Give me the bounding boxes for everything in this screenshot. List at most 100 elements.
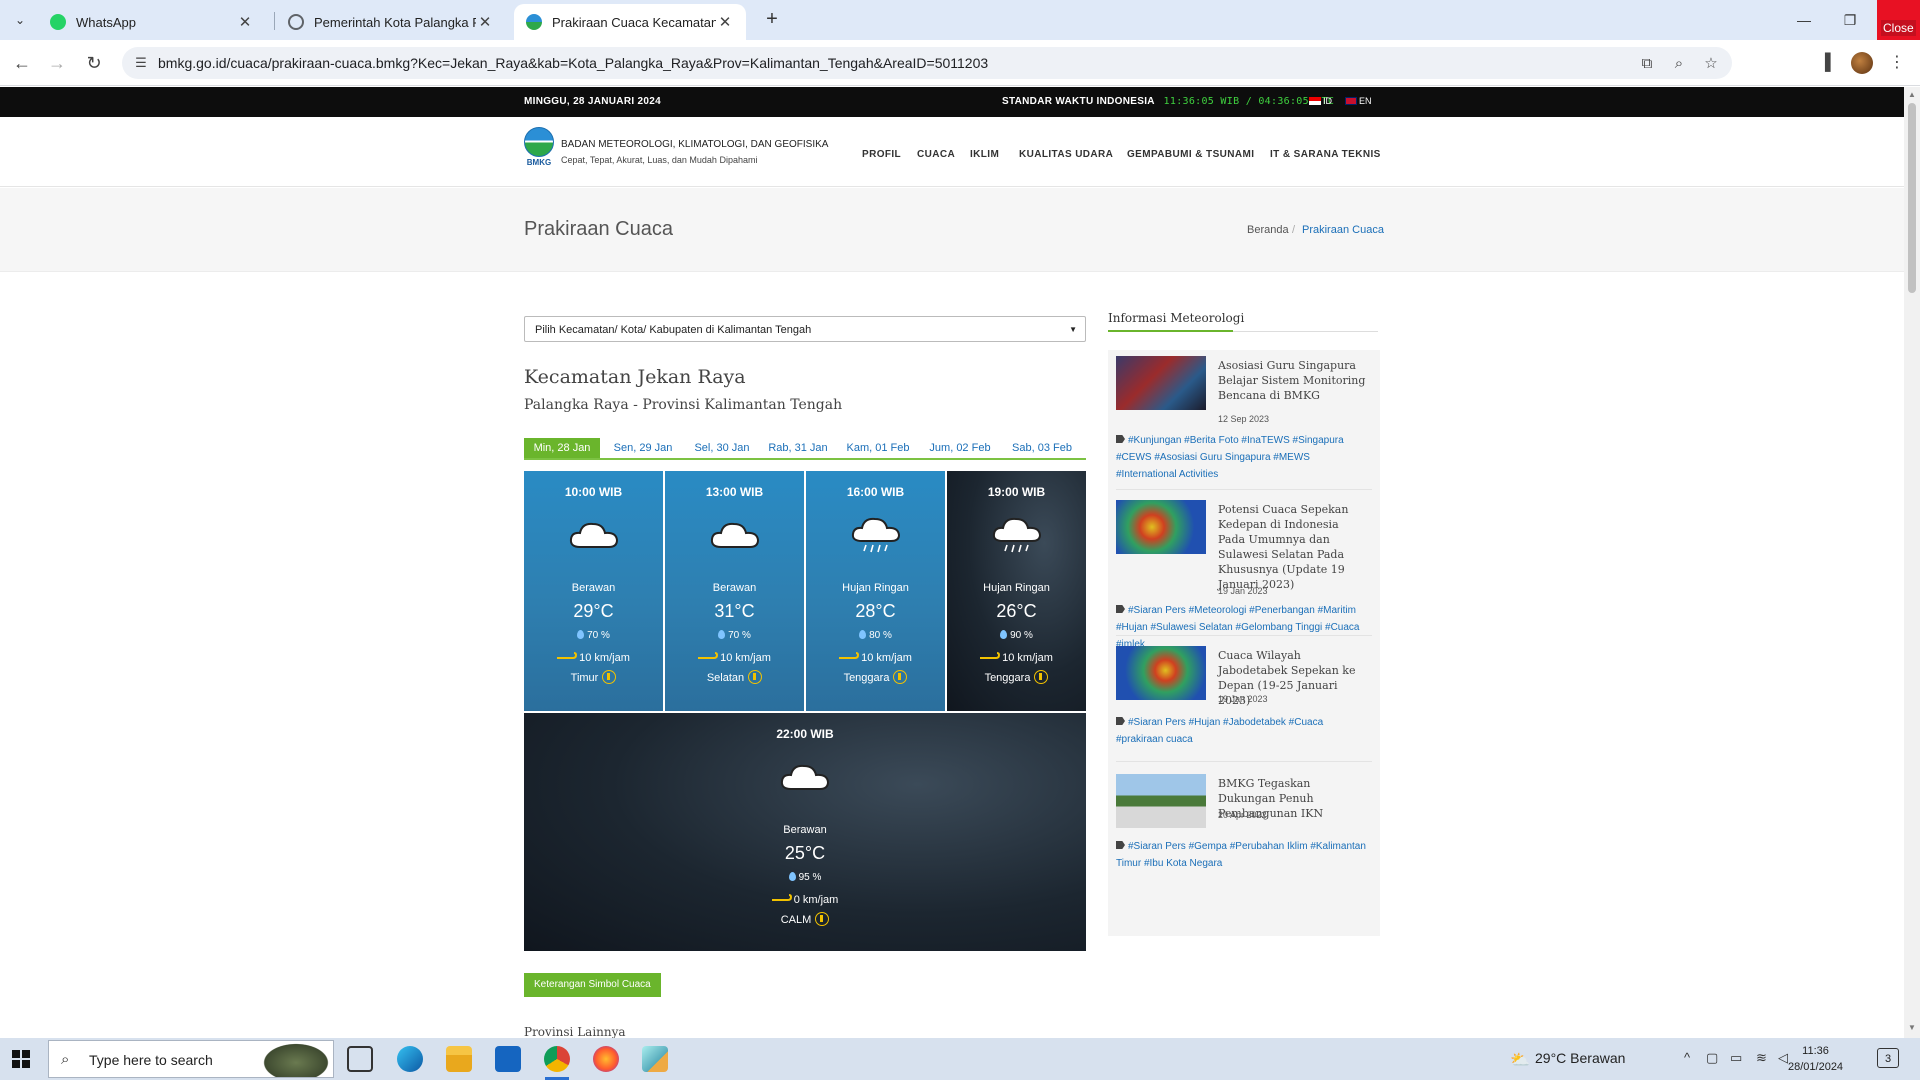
bookmark-star-icon[interactable]: ☆ [1702, 55, 1720, 73]
new-tab-button[interactable]: + [760, 8, 784, 32]
day-tab-sel-30-jan[interactable]: Sel, 30 Jan [684, 438, 760, 458]
day-tab-min-28-jan[interactable]: Min, 28 Jan [524, 438, 600, 458]
news-tags-text[interactable]: #Siaran Pers #Gempa #Perubahan Iklim #Ka… [1116, 841, 1366, 869]
volume-icon[interactable]: ◁ [1778, 1050, 1788, 1066]
language-en-link[interactable]: EN [1345, 96, 1372, 106]
edge-icon[interactable] [397, 1046, 423, 1072]
tab-close-icon[interactable]: ✕ [476, 13, 494, 31]
wind-icon [698, 652, 719, 659]
scroll-up-icon[interactable]: ▲ [1908, 90, 1916, 99]
news-tags-text[interactable]: #Siaran Pers #Hujan #Jabodetabek #Cuaca … [1116, 717, 1323, 745]
show-hidden-icons-chevron-icon[interactable]: ^ [1684, 1050, 1690, 1065]
chrome-icon[interactable] [544, 1046, 570, 1072]
side-panel-icon[interactable]: ▐ [1814, 52, 1836, 74]
scrollbar-thumb[interactable] [1908, 103, 1916, 293]
forecast-card-1900[interactable]: 19:00 WIB Hujan Ringan 26°C 90 % 10 km/j… [947, 471, 1086, 711]
taskbar-weather[interactable]: 29°C Berawan [1535, 1050, 1625, 1066]
forecast-card-1000[interactable]: 10:00 WIB Berawan 29°C 70 % 10 km/jam Ti… [524, 471, 663, 711]
tab-search-dropdown-icon[interactable]: ⌄ [10, 10, 30, 30]
site-info-icon[interactable]: ☰ [132, 54, 150, 72]
url-text[interactable]: bmkg.go.id/cuaca/prakiraan-cuaca.bmkg?Ke… [158, 55, 988, 71]
page-scrollbar[interactable]: ▲ ▼ [1904, 87, 1920, 1038]
breadcrumb-current: Prakiraan Cuaca [1302, 224, 1384, 236]
bmkg-logo[interactable]: BMKG [524, 127, 554, 167]
language-id-link[interactable]: ID [1309, 96, 1332, 106]
omnibox[interactable]: ☰ bmkg.go.id/cuaca/prakiraan-cuaca.bmkg?… [122, 47, 1732, 79]
forecast-time: 22:00 WIB [776, 727, 834, 741]
profile-avatar[interactable] [1851, 52, 1873, 74]
restore-icon[interactable]: ❐ [1827, 0, 1873, 40]
nav-kualitas-udara[interactable]: KUALITAS UDARA [1019, 149, 1113, 160]
paint-app-icon[interactable] [642, 1046, 668, 1072]
forecast-card-2200[interactable]: 22:00 WIB Berawan 25°C 95 % 0 km/jam CAL… [524, 713, 1086, 951]
mail-icon[interactable] [495, 1046, 521, 1072]
taskbar-clock[interactable]: 11:36 28/01/2024 [1788, 1043, 1843, 1075]
meet-now-icon[interactable]: ▢ [1706, 1050, 1718, 1066]
news-title[interactable]: Potensi Cuaca Sepekan Kedepan di Indones… [1218, 502, 1368, 592]
firefox-icon[interactable] [593, 1046, 619, 1072]
wind-icon [771, 894, 792, 901]
direction-value: Tenggara [984, 672, 1031, 684]
menu-kebab-icon[interactable]: ⋮ [1886, 52, 1908, 74]
humidity-drop-icon [577, 630, 585, 639]
news-item[interactable]: BMKG Tegaskan Dukungan Penuh Pembangunan… [1116, 774, 1372, 894]
window-close-button[interactable]: Close [1877, 0, 1920, 40]
tab-title: Prakiraan Cuaca Kecamatan Jekan Raya [552, 14, 716, 30]
zoom-icon[interactable]: ⌕ [1670, 55, 1688, 73]
news-item[interactable]: Potensi Cuaca Sepekan Kedepan di Indones… [1116, 500, 1372, 650]
nav-iklim[interactable]: IKLIM [970, 149, 999, 160]
forecast-wind: 10 km/jam [947, 652, 1086, 664]
tab-whatsapp[interactable]: WhatsApp ✕ [38, 4, 266, 40]
taskbar-search-box[interactable]: ⌕ Type here to search [48, 1040, 334, 1078]
news-thumbnail[interactable] [1116, 500, 1206, 554]
tab-close-icon[interactable]: ✕ [716, 13, 734, 31]
news-thumbnail[interactable] [1116, 646, 1206, 700]
file-explorer-icon[interactable] [446, 1046, 472, 1072]
tag-icon [1116, 605, 1125, 613]
location-select[interactable]: Pilih Kecamatan/ Kota/ Kabupaten di Kali… [524, 316, 1086, 342]
tab-close-icon[interactable]: ✕ [236, 13, 254, 31]
forecast-card-1600[interactable]: 16:00 WIB Hujan Ringan 28°C 80 % 10 km/j… [806, 471, 945, 711]
news-thumbnail[interactable] [1116, 774, 1206, 828]
nav-cuaca[interactable]: CUACA [917, 149, 955, 160]
forecast-wind: 10 km/jam [665, 652, 804, 664]
day-tab-jum-02-feb[interactable]: Jum, 02 Feb [920, 438, 1000, 458]
minimize-icon[interactable]: — [1781, 0, 1827, 40]
nav-profil[interactable]: PROFIL [862, 149, 901, 160]
scroll-down-icon[interactable]: ▼ [1908, 1023, 1916, 1032]
notification-center-icon[interactable]: 3 [1877, 1048, 1899, 1068]
nav-it-sarana-teknis[interactable]: IT & SARANA TEKNIS [1270, 149, 1381, 160]
cloud-icon [710, 522, 759, 548]
news-item[interactable]: Cuaca Wilayah Jabodetabek Sepekan ke Dep… [1116, 646, 1372, 762]
reload-icon[interactable]: ↻ [82, 51, 106, 75]
forecast-direction: Selatan [665, 670, 804, 684]
news-title[interactable]: Asosiasi Guru Singapura Belajar Sistem M… [1218, 358, 1368, 403]
wind-direction-icon [815, 912, 830, 926]
tab-prakiraan-cuaca[interactable]: Prakiraan Cuaca Kecamatan Jekan Raya ✕ [514, 4, 746, 40]
news-item[interactable]: Asosiasi Guru Singapura Belajar Sistem M… [1116, 356, 1372, 490]
wind-value: 10 km/jam [861, 652, 912, 664]
nav-gempabumi-tsunami[interactable]: GEMPABUMI & TSUNAMI [1127, 149, 1254, 160]
forecast-time: 19:00 WIB [987, 485, 1046, 499]
day-tab-sen-29-jan[interactable]: Sen, 29 Jan [604, 438, 682, 458]
weather-symbol-legend-button[interactable]: Keterangan Simbol Cuaca [524, 973, 661, 997]
forward-arrow-icon[interactable]: → [45, 51, 69, 75]
day-tabs: Min, 28 Jan Sen, 29 Jan Sel, 30 Jan Rab,… [524, 438, 1086, 460]
search-placeholder: Type here to search [89, 1052, 213, 1068]
wifi-icon[interactable]: ≋ [1756, 1050, 1767, 1066]
forecast-card-1300[interactable]: 13:00 WIB Berawan 31°C 70 % 10 km/jam Se… [665, 471, 804, 711]
battery-icon[interactable]: ▭ [1730, 1050, 1742, 1066]
weather-cloud-sun-icon[interactable]: ⛅ [1510, 1050, 1530, 1070]
news-thumbnail[interactable] [1116, 356, 1206, 410]
translate-icon[interactable]: ⧉ [1638, 55, 1656, 73]
day-tab-rab-31-jan[interactable]: Rab, 31 Jan [760, 438, 836, 458]
day-tab-kam-01-feb[interactable]: Kam, 01 Feb [838, 438, 918, 458]
windows-start-icon[interactable] [12, 1050, 30, 1068]
news-tags-text[interactable]: #Kunjungan #Berita Foto #InaTEWS #Singap… [1116, 435, 1344, 480]
breadcrumb-beranda[interactable]: Beranda [1247, 224, 1289, 236]
back-arrow-icon[interactable]: ← [10, 51, 34, 75]
news-tags-text[interactable]: #Siaran Pers #Meteorologi #Penerbangan #… [1116, 605, 1360, 650]
day-tab-sab-03-feb[interactable]: Sab, 03 Feb [1002, 438, 1082, 458]
tab-pemerintah-kota[interactable]: Pemerintah Kota Palangka Raya ✕ [276, 4, 506, 40]
task-view-icon[interactable] [347, 1046, 373, 1072]
